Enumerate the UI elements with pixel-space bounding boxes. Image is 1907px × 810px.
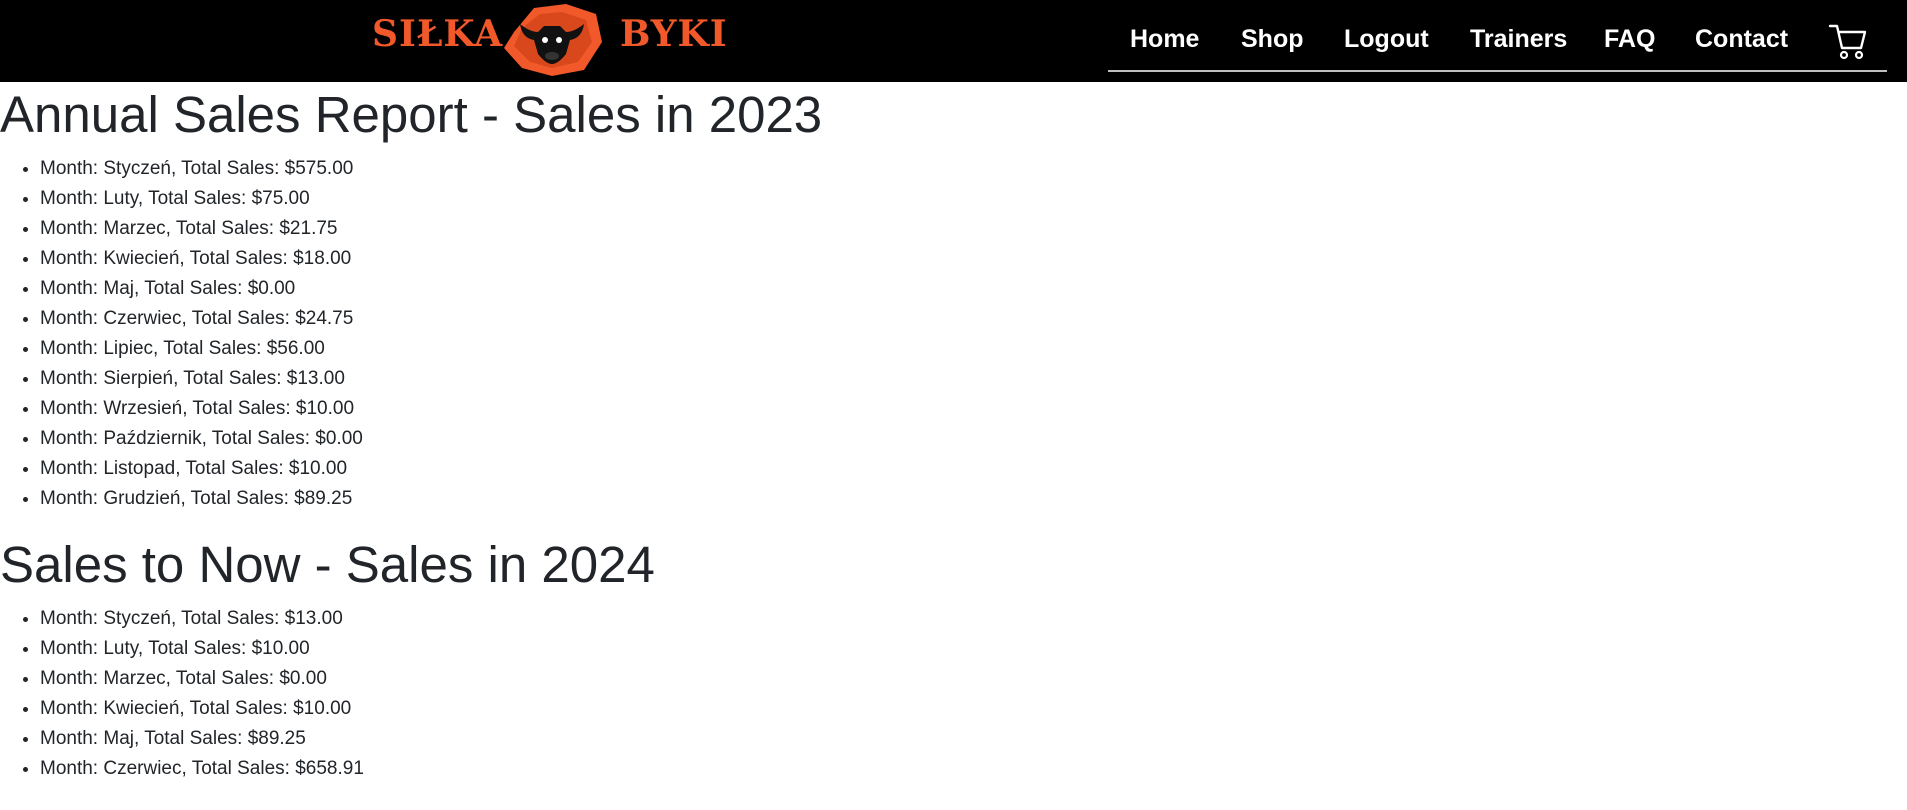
section-title-2023: Annual Sales Report - Sales in 2023 <box>0 86 823 143</box>
list-item: Month: Kwiecień, Total Sales: $18.00 <box>40 244 363 274</box>
bull-head-icon <box>504 4 602 76</box>
list-item: Month: Luty, Total Sales: $10.00 <box>40 634 364 664</box>
sales-list-2024: Month: Styczeń, Total Sales: $13.00 Mont… <box>0 604 364 784</box>
section-title-2024: Sales to Now - Sales in 2024 <box>0 536 655 593</box>
logo-text-right: BYKI <box>620 13 728 55</box>
list-item: Month: Czerwiec, Total Sales: $24.75 <box>40 304 363 334</box>
sales-list-2023: Month: Styczeń, Total Sales: $575.00 Mon… <box>0 154 363 514</box>
list-item: Month: Wrzesień, Total Sales: $10.00 <box>40 394 363 424</box>
list-item: Month: Listopad, Total Sales: $10.00 <box>40 454 363 484</box>
list-item: Month: Maj, Total Sales: $89.25 <box>40 724 364 754</box>
list-item: Month: Marzec, Total Sales: $0.00 <box>40 664 364 694</box>
list-item: Month: Maj, Total Sales: $0.00 <box>40 274 363 304</box>
site-logo[interactable]: SIŁKA BYKI <box>372 2 727 78</box>
nav-link-shop[interactable]: Shop <box>1241 22 1304 56</box>
logo-text-left: SIŁKA <box>372 13 504 55</box>
list-item: Month: Czerwiec, Total Sales: $658.91 <box>40 754 364 784</box>
nav-link-logout[interactable]: Logout <box>1344 22 1429 56</box>
nav-link-contact[interactable]: Contact <box>1695 22 1788 56</box>
nav-link-faq[interactable]: FAQ <box>1604 22 1655 56</box>
nav-menu: Home Shop Logout Trainers FAQ Contact <box>1108 0 1887 72</box>
list-item: Month: Lipiec, Total Sales: $56.00 <box>40 334 363 364</box>
list-item: Month: Styczeń, Total Sales: $13.00 <box>40 604 364 634</box>
nav-link-trainers[interactable]: Trainers <box>1470 22 1567 56</box>
list-item: Month: Grudzień, Total Sales: $89.25 <box>40 484 363 514</box>
list-item: Month: Kwiecień, Total Sales: $10.00 <box>40 694 364 724</box>
list-item: Month: Marzec, Total Sales: $21.75 <box>40 214 363 244</box>
list-item: Month: Sierpień, Total Sales: $13.00 <box>40 364 363 394</box>
list-item: Month: Styczeń, Total Sales: $575.00 <box>40 154 363 184</box>
cart-icon[interactable] <box>1828 22 1868 60</box>
list-item: Month: Luty, Total Sales: $75.00 <box>40 184 363 214</box>
navbar: SIŁKA BYKI Home Shop Logout Trainers FAQ… <box>0 0 1907 82</box>
nav-link-home[interactable]: Home <box>1130 22 1199 56</box>
list-item: Month: Październik, Total Sales: $0.00 <box>40 424 363 454</box>
